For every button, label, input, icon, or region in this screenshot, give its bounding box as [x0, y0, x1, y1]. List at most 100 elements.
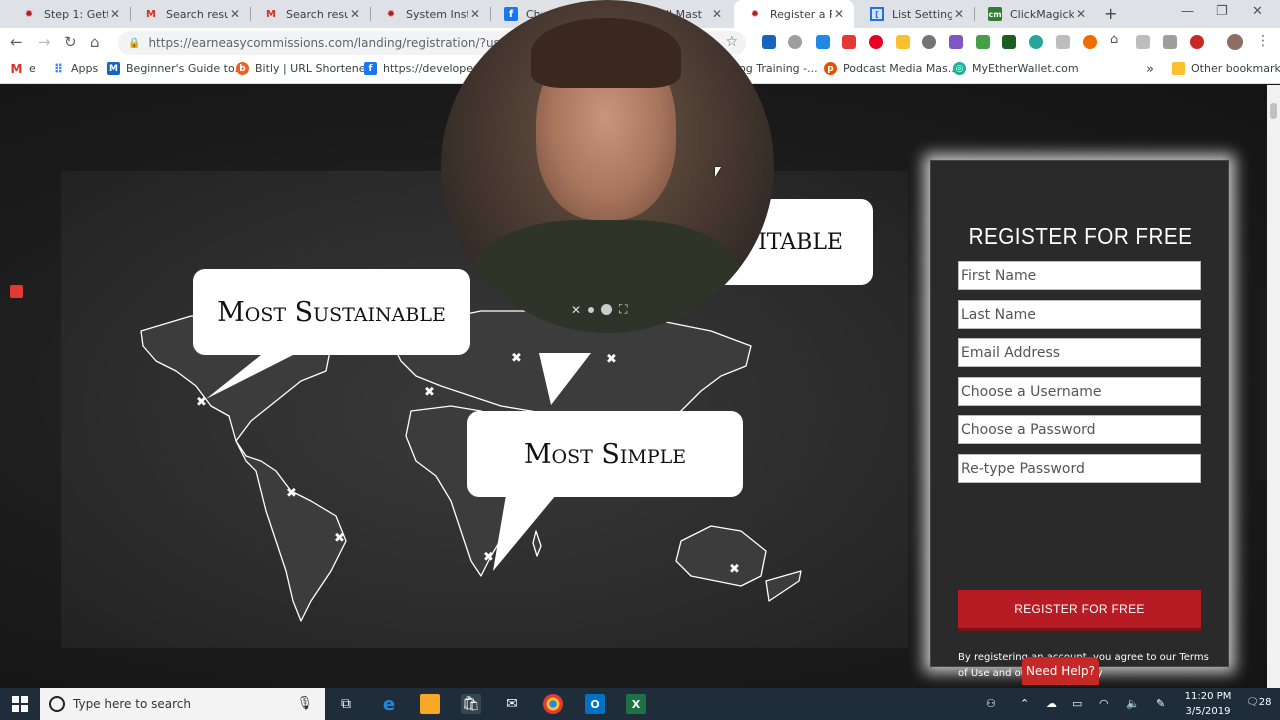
show-hidden-icons[interactable]: ⌃ — [1020, 697, 1029, 710]
register-button[interactable]: REGISTER FOR FREE — [958, 590, 1201, 631]
extension-icon[interactable] — [1136, 35, 1150, 49]
map-marker-icon: ✖ — [286, 486, 297, 501]
bookmark-label: MyEtherWallet.com — [972, 62, 1079, 75]
back-icon[interactable]: ← — [10, 33, 23, 51]
wifi-icon[interactable]: ◠ — [1099, 697, 1109, 710]
tab-search-results-1[interactable]: M Search results ✕ — [130, 0, 250, 28]
other-bookmarks[interactable]: Other bookmarks — [1172, 62, 1280, 75]
notification-count: 28 — [1258, 697, 1272, 708]
close-icon[interactable]: ✕ — [108, 7, 122, 21]
first-name-field[interactable] — [958, 261, 1201, 290]
edge-icon[interactable]: e — [379, 694, 399, 715]
extension-icon[interactable] — [842, 35, 856, 49]
battery-icon[interactable]: ▭ — [1072, 697, 1082, 710]
register-title: REGISTER FOR FREE — [968, 223, 1193, 249]
close-icon[interactable]: ✕ — [710, 7, 724, 21]
need-help-button[interactable]: Need Help? — [1022, 657, 1099, 685]
reload-icon[interactable]: ↻ — [64, 33, 77, 51]
pen-icon[interactable]: ✎ — [1156, 697, 1165, 710]
tab-register-free[interactable]: ✹ Register a Free ✕ — [734, 0, 854, 28]
facebook-icon: f — [504, 7, 518, 21]
menu-icon[interactable]: ⋮ — [1256, 33, 1270, 49]
webcam-overlay[interactable]: ✕ ⛶ — [441, 0, 774, 333]
extension-icon[interactable] — [896, 35, 910, 49]
excel-icon[interactable]: X — [626, 694, 646, 714]
scrollbar-thumb[interactable] — [1270, 103, 1277, 119]
taskbar-clock[interactable]: 11:20 PM 3/5/2019 — [1182, 689, 1234, 719]
bookmarks-more-button[interactable]: » — [1146, 62, 1154, 77]
bookmark-myetherwallet[interactable]: ◎ MyEtherWallet.com — [953, 62, 1079, 75]
close-icon[interactable]: ✕ — [348, 7, 362, 21]
extension-icon[interactable] — [816, 35, 830, 49]
bookmark-beginners-guide[interactable]: M Beginner's Guide to... — [107, 62, 245, 75]
maximize-icon[interactable]: ❐ — [1216, 4, 1228, 19]
bookmark-podcast-media[interactable]: p Podcast Media Mas... — [824, 62, 958, 75]
store-icon[interactable]: 🛍 — [461, 694, 481, 714]
webcam-size-large-icon[interactable] — [601, 304, 613, 315]
tab-system-instruct[interactable]: ✹ System Instruct ✕ — [370, 0, 490, 28]
webcam-close-icon[interactable]: ✕ — [571, 303, 581, 317]
avatar[interactable] — [1227, 34, 1243, 50]
podcast-icon: p — [824, 62, 837, 75]
bookmark-bitly[interactable]: b Bitly | URL Shortene... — [236, 62, 376, 75]
retype-password-field[interactable] — [958, 454, 1201, 483]
username-field[interactable] — [958, 377, 1201, 406]
close-icon[interactable]: ✕ — [952, 7, 966, 21]
minimize-icon[interactable]: — — [1181, 4, 1194, 19]
gmail-icon: M — [10, 61, 23, 76]
tab-step1[interactable]: ✹ Step 1: Getting ✕ — [8, 0, 130, 28]
outlook-icon[interactable]: O — [585, 694, 605, 714]
bookmark-apps[interactable]: ⠿ Apps — [52, 62, 98, 76]
notifications-icon[interactable]: 🗨28 — [1246, 697, 1271, 708]
close-icon[interactable]: ✕ — [1074, 7, 1088, 21]
home-ext-icon[interactable]: ⌂ — [1110, 32, 1124, 47]
grammarly-icon[interactable] — [1029, 35, 1043, 49]
email-field[interactable] — [958, 338, 1201, 367]
webcam-size-small-icon[interactable] — [588, 306, 595, 313]
close-icon[interactable]: ✕ — [228, 7, 242, 21]
tab-title: Search results — [286, 7, 348, 21]
task-view-icon[interactable]: ⧉ — [336, 694, 356, 714]
onedrive-icon[interactable]: ☁ — [1046, 697, 1057, 710]
window-close-icon[interactable]: ✕ — [1252, 4, 1263, 19]
extension-icon[interactable] — [1002, 35, 1016, 49]
extension-icon[interactable] — [922, 35, 936, 49]
chrome-icon[interactable] — [543, 694, 563, 714]
extension-icon[interactable] — [788, 35, 802, 49]
bookmark-gmail[interactable]: M e — [10, 61, 36, 76]
last-name-field[interactable] — [958, 300, 1201, 329]
extension-icon[interactable] — [976, 35, 990, 49]
register-panel: REGISTER FOR FREE REGISTER FOR FREE By r… — [930, 160, 1229, 679]
page-scrollbar[interactable] — [1267, 85, 1280, 688]
record-indicator-icon[interactable] — [10, 285, 23, 298]
extension-icon[interactable] — [1163, 35, 1177, 49]
extension-icon[interactable] — [1190, 35, 1204, 49]
tab-list-settings[interactable]: [ List Settings ✕ — [856, 0, 974, 28]
close-icon[interactable]: ✕ — [832, 7, 846, 21]
microphone-icon[interactable]: 🎙 — [296, 696, 313, 711]
webcam-person-hair — [531, 18, 681, 88]
taskbar-search-input[interactable]: Type here to search 🎙 — [40, 688, 325, 720]
extension-icon[interactable] — [949, 35, 963, 49]
tab-clickmagick[interactable]: cm ClickMagick Lin ✕ — [974, 0, 1096, 28]
password-field[interactable] — [958, 415, 1201, 444]
fullscreen-icon[interactable]: ⛶ — [619, 302, 627, 317]
people-icon[interactable]: ⚇ — [986, 697, 996, 710]
extension-icon[interactable] — [1083, 35, 1097, 49]
volume-icon[interactable]: 🔈 — [1126, 697, 1140, 710]
facebook-icon: f — [364, 62, 377, 75]
bookmark-blog-training[interactable]: log Training -... — [736, 62, 818, 75]
forward-icon[interactable]: → — [38, 33, 51, 51]
windows-start-icon[interactable] — [12, 696, 28, 712]
new-tab-button[interactable]: + — [1104, 4, 1117, 23]
mouse-cursor-icon — [715, 167, 721, 177]
extension-icon[interactable] — [762, 35, 776, 49]
bookmark-star-icon[interactable]: ☆ — [725, 34, 738, 50]
pinterest-icon[interactable] — [869, 35, 883, 49]
home-icon[interactable]: ⌂ — [90, 33, 100, 51]
mail-icon[interactable]: ✉ — [502, 694, 522, 714]
tab-search-results-2[interactable]: M Search results ✕ — [250, 0, 370, 28]
close-icon[interactable]: ✕ — [468, 7, 482, 21]
file-explorer-icon[interactable] — [420, 694, 440, 714]
extension-icon[interactable] — [1056, 35, 1070, 49]
